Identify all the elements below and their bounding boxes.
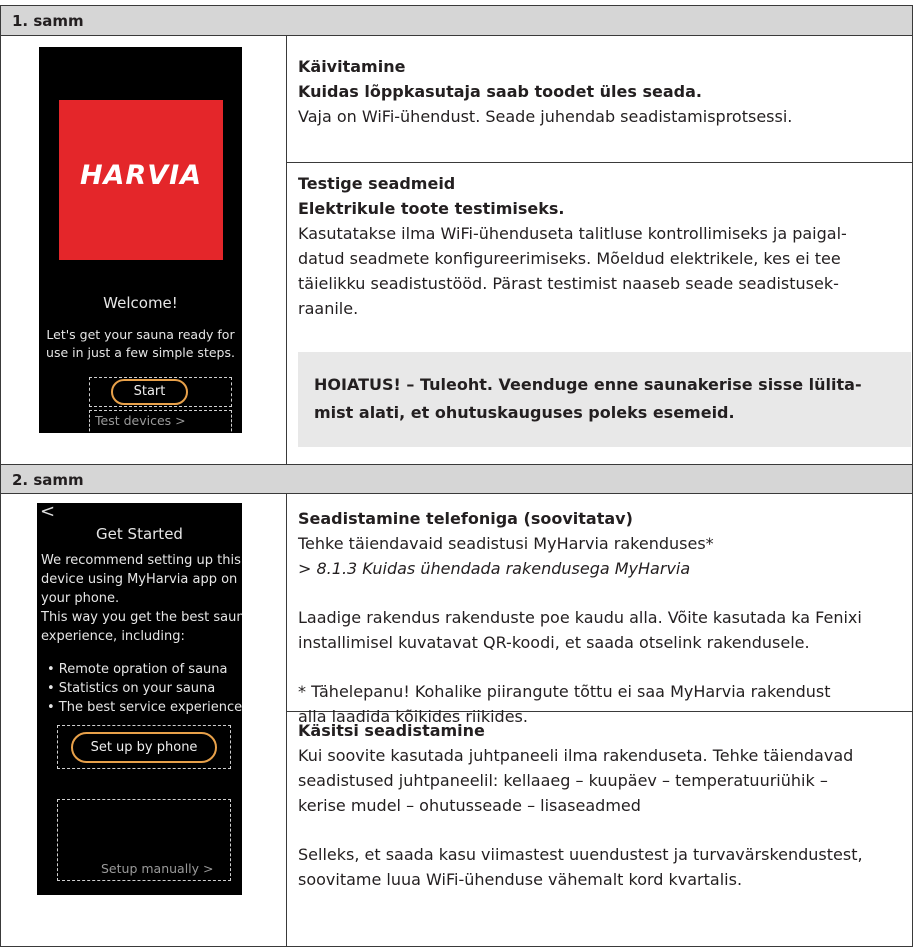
test-devices-title: Testige seadmeid [298,174,456,193]
startup-title: Käivitamine [298,57,406,76]
test-devices-body-line-1: Kasutatakse ilma WiFi-ühenduseta talitlu… [298,224,847,243]
get-started-title: Get Started [96,525,183,543]
intro-line: We recommend setting up this [41,553,241,568]
step-1-header: 1. samm [1,6,912,36]
test-devices-body-line-2: datud seadmete konfigureerimiseks. Mõeld… [298,249,841,268]
startup-section: Käivitamine Kuidas lõppkasutaja saab too… [298,54,908,129]
row-divider [287,162,912,163]
back-arrow-icon[interactable]: < [40,503,55,522]
phone-setup-note-line-1: * Tähelepanu! Kohalike piirangute tõttu … [298,682,831,701]
welcome-heading: Welcome! [103,294,178,312]
steps-table: 1. samm HARVIA Welcome! Let's get your s… [0,5,913,947]
test-devices-section: Testige seadmeid Elektrikule toote testi… [298,171,908,321]
setup-manually-link[interactable]: Setup manually > [101,861,214,876]
warning-line-1: HOIATUS! – Tuleoht. Veenduge enne saunak… [314,375,862,394]
phone-get-started-screen: < Get Started We recommend setting up th… [37,503,242,895]
intro-line: This way you get the best sauna [41,610,242,625]
phone-setup-section: Seadistamine telefoniga (soovitatav) Teh… [298,506,908,729]
step-2-header: 2. samm [1,464,912,494]
setup-manually-label: Setup manually [101,861,200,876]
manual-setup-line-3: kerise mudel – ohutusseade – lisaseadmed [298,796,641,815]
phone-setup-para-line-2: installimisel kuvatavat QR-koodi, et saa… [298,633,810,652]
welcome-intro-line-1: Let's get your sauna ready for [46,327,235,342]
test-devices-body-line-4: raanile. [298,299,359,318]
test-devices-subtitle: Elektrikule toote testimiseks. [298,199,565,218]
manual-setup-line-2: seadistused juhtpaneelil: kellaaeg – kuu… [298,771,828,790]
start-button[interactable]: Start [111,379,188,405]
warning-text: HOIATUS! – Tuleoht. Veenduge enne saunak… [314,371,904,427]
manual-setup-para-line-1: Selleks, et saada kasu viimastest uuendu… [298,845,863,864]
intro-line: your phone. [41,591,120,606]
intro-line: experience, including: [41,629,185,644]
intro-line: device using MyHarvia app on [41,572,238,587]
manual-setup-line-1: Kui soovite kasutada juhtpaneeli ilma ra… [298,746,854,765]
warning-box: HOIATUS! – Tuleoht. Veenduge enne saunak… [298,352,911,447]
startup-body: Vaja on WiFi-ühendust. Seade juhendab se… [298,107,793,126]
column-divider [286,494,287,946]
phone-welcome-screen: HARVIA Welcome! Let's get your sauna rea… [39,47,242,433]
startup-subtitle: Kuidas lõppkasutaja saab toodet üles sea… [298,82,702,101]
phone-setup-line-1: Tehke täiendavaid seadistusi MyHarvia ra… [298,534,714,553]
feature-bullet: • Statistics on your sauna [47,681,216,696]
test-devices-body-line-3: täielikku seadistustööd. Pärast testimis… [298,274,839,293]
phone-setup-para-line-1: Laadige rakendus rakenduste poe kaudu al… [298,608,862,627]
test-devices-label: Test devices [95,413,172,428]
harvia-logo: HARVIA [59,100,223,260]
manual-setup-title: Käsitsi seadistamine [298,721,485,740]
manual-setup-section: Käsitsi seadistamine Kui soovite kasutad… [298,718,908,892]
test-devices-link[interactable]: Test devices > [95,413,186,428]
column-divider [286,36,287,464]
welcome-intro-line-2: use in just a few simple steps. [46,345,235,360]
chevron-right-icon: > [203,861,214,876]
harvia-logo-text: HARVIA [79,160,203,191]
feature-bullet: • The best service experience [47,700,242,715]
warning-line-2: mist alati, et ohutuskauguses poleks ese… [314,403,735,422]
phone-setup-title: Seadistamine telefoniga (soovitatav) [298,509,633,528]
manual-setup-para-line-2: soovitame luua WiFi-ühenduse vähemalt ko… [298,870,743,889]
phone-setup-reference[interactable]: > 8.1.3 Kuidas ühendada rakendusega MyHa… [298,556,908,581]
chevron-right-icon: > [175,413,186,428]
set-up-by-phone-button[interactable]: Set up by phone [71,732,217,763]
feature-bullet: • Remote opration of sauna [47,662,228,677]
